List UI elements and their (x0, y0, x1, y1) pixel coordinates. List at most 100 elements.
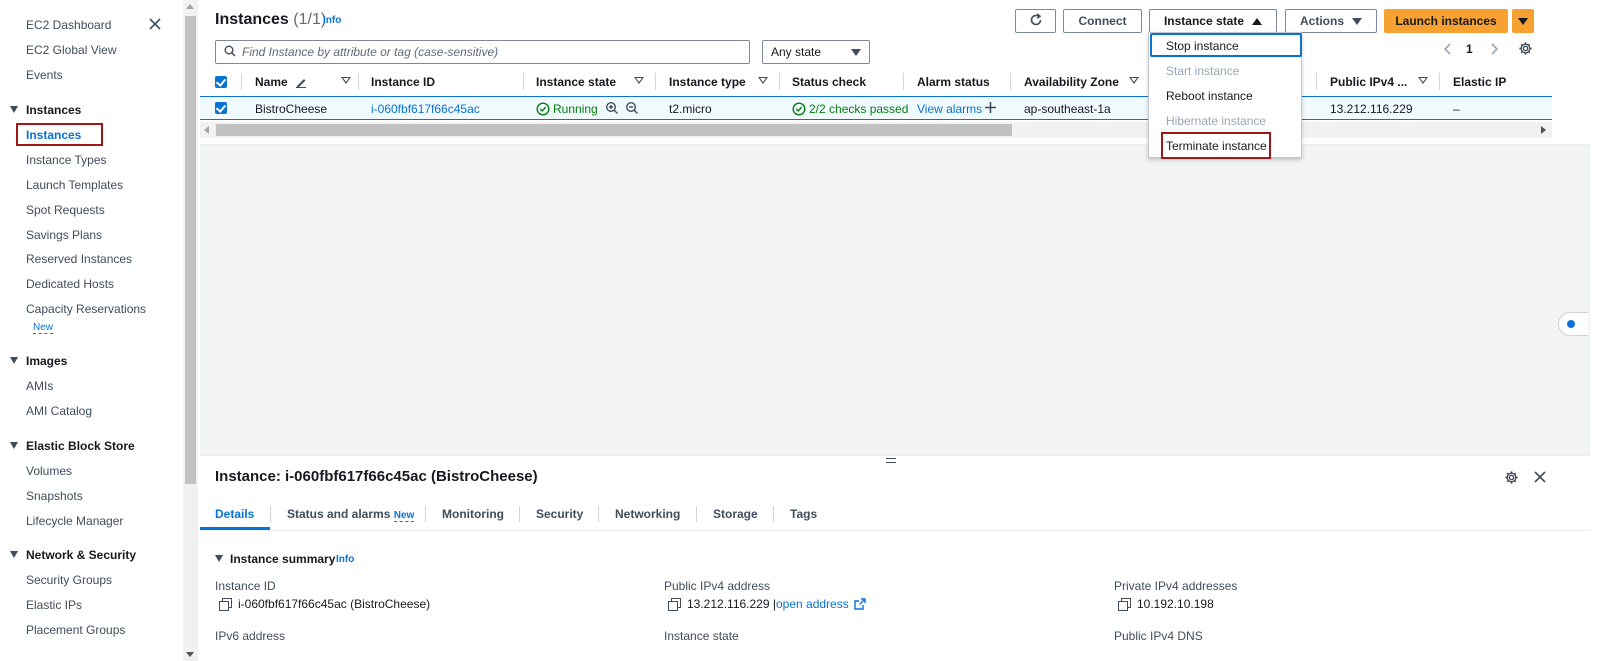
column-header-availability-zone[interactable]: Availability Zone (1024, 75, 1119, 89)
sort-icon[interactable] (1129, 77, 1139, 84)
row-checkbox[interactable] (215, 102, 227, 114)
summary-info-link[interactable]: Info (336, 554, 354, 565)
sidebar-item-instance-types[interactable]: Instance Types (26, 153, 107, 167)
sidebar-section-network-security[interactable]: Network & Security (10, 548, 136, 562)
sidebar-item-capacity-reservations[interactable]: Capacity Reservations (26, 302, 146, 316)
scrollbar-thumb[interactable] (185, 16, 196, 484)
copy-icon[interactable] (1118, 598, 1131, 611)
sidebar-section-ebs[interactable]: Elastic Block Store (10, 439, 135, 453)
external-link-icon[interactable] (854, 598, 866, 613)
next-page-icon[interactable] (1489, 42, 1499, 59)
actions-button[interactable]: Actions (1285, 9, 1377, 33)
scrollbar-thumb[interactable] (216, 124, 1012, 136)
sort-icon[interactable] (1418, 77, 1428, 84)
instance-state-label: Instance state (1163, 14, 1245, 28)
close-icon[interactable] (148, 17, 162, 31)
scroll-left-icon[interactable] (204, 126, 209, 134)
menu-item-hibernate-instance: Hibernate instance (1166, 114, 1267, 128)
column-separator (1010, 73, 1011, 90)
state-select[interactable]: Any state (762, 40, 870, 64)
tab-tags[interactable]: Tags (790, 507, 817, 521)
zoom-in-icon[interactable] (605, 101, 619, 118)
scroll-up-icon[interactable] (186, 4, 194, 9)
close-panel-icon[interactable] (1533, 470, 1547, 487)
launch-instances-button[interactable]: Launch instances (1384, 9, 1508, 33)
view-alarms-link[interactable]: View alarms (917, 102, 982, 116)
sidebar-item-launch-templates[interactable]: Launch Templates (26, 178, 123, 192)
sidebar-item-reserved-instances[interactable]: Reserved Instances (26, 252, 132, 266)
sidebar-item-ec2-dashboard[interactable]: EC2 Dashboard (26, 18, 111, 32)
tab-security[interactable]: Security (536, 507, 583, 521)
collapse-icon (215, 555, 223, 562)
page-title-text: Instances (215, 11, 289, 28)
tab-storage[interactable]: Storage (713, 507, 758, 521)
sidebar-item-lifecycle-manager[interactable]: Lifecycle Manager (26, 514, 123, 528)
tab-networking[interactable]: Networking (615, 507, 680, 521)
scroll-down-icon[interactable] (186, 652, 194, 657)
sidebar-item-dedicated-hosts[interactable]: Dedicated Hosts (26, 277, 114, 291)
resize-handle-icon[interactable] (886, 458, 896, 463)
check-circle-icon (536, 102, 550, 119)
sidebar-scrollbar[interactable] (183, 0, 198, 661)
copy-icon[interactable] (668, 598, 681, 611)
scroll-right-icon[interactable] (1541, 126, 1546, 134)
column-header-instance-type[interactable]: Instance type (669, 75, 746, 89)
sidebar-item-global-view[interactable]: EC2 Global View (26, 43, 117, 57)
menu-item-stop-instance[interactable]: Stop instance (1166, 39, 1239, 53)
panel-settings-gear-icon[interactable] (1504, 470, 1519, 488)
sidebar-item-placement-groups[interactable]: Placement Groups (26, 623, 125, 637)
column-header-public-ipv4[interactable]: Public IPv4 ... (1330, 75, 1407, 89)
search-input[interactable]: Find Instance by attribute or tag (case-… (215, 40, 750, 64)
column-header-name[interactable]: Name (255, 75, 307, 91)
tabs-divider (200, 530, 1590, 531)
refresh-icon (1029, 12, 1043, 30)
details-title: Instance: i-060fbf617f66c45ac (BistroChe… (215, 468, 538, 485)
cell-instance-id-link[interactable]: i-060fbf617f66c45ac (371, 102, 480, 116)
sidebar-item-snapshots[interactable]: Snapshots (26, 489, 83, 503)
sidebar-item-volumes[interactable]: Volumes (26, 464, 72, 478)
zoom-out-icon[interactable] (625, 101, 639, 118)
column-header-instance-id[interactable]: Instance ID (371, 75, 435, 89)
prev-page-icon[interactable] (1443, 42, 1453, 59)
column-header-instance-state[interactable]: Instance state (536, 75, 616, 89)
sidebar-item-savings-plans[interactable]: Savings Plans (26, 228, 102, 242)
column-header-alarm-status[interactable]: Alarm status (917, 75, 990, 89)
refresh-button[interactable] (1015, 9, 1056, 33)
feedback-widget[interactable] (1558, 312, 1588, 336)
open-address-link[interactable]: open address (776, 597, 849, 611)
page-number[interactable]: 1 (1466, 42, 1473, 56)
sort-icon[interactable] (634, 77, 644, 84)
sidebar-section-images[interactable]: Images (10, 354, 67, 368)
select-all-checkbox[interactable] (215, 76, 227, 88)
sidebar-item-instances[interactable]: Instances (26, 128, 81, 142)
column-header-status-check[interactable]: Status check (792, 75, 866, 89)
sidebar-item-spot-requests[interactable]: Spot Requests (26, 203, 105, 217)
add-icon[interactable] (984, 101, 997, 117)
sort-icon[interactable] (758, 77, 768, 84)
sidebar-item-elastic-ips[interactable]: Elastic IPs (26, 598, 82, 612)
sort-icon[interactable] (341, 77, 351, 84)
caret-up-icon (1252, 17, 1263, 25)
new-badge: New (33, 322, 54, 334)
copy-icon[interactable] (219, 598, 232, 611)
connect-button[interactable]: Connect (1063, 9, 1142, 33)
instance-state-button[interactable]: Instance state (1149, 9, 1277, 33)
tab-details[interactable]: Details (215, 507, 254, 521)
menu-item-reboot-instance[interactable]: Reboot instance (1166, 89, 1253, 103)
state-label: Running (553, 102, 598, 116)
tab-monitoring[interactable]: Monitoring (442, 507, 504, 521)
sidebar-item-amis[interactable]: AMIs (26, 379, 53, 393)
tab-status-and-alarms[interactable]: Status and alarms New (287, 507, 415, 522)
sidebar-item-events[interactable]: Events (26, 68, 63, 82)
sidebar-section-instances[interactable]: Instances (10, 103, 81, 117)
sidebar-item-security-groups[interactable]: Security Groups (26, 573, 112, 587)
launch-options-button[interactable] (1512, 9, 1534, 33)
column-header-elastic-ip[interactable]: Elastic IP (1453, 75, 1506, 89)
instance-id-label: Instance ID (215, 579, 276, 593)
instance-summary-header[interactable]: Instance summary (215, 552, 335, 566)
table-horizontal-scrollbar[interactable] (200, 122, 1552, 138)
info-link[interactable]: Info (323, 15, 341, 26)
tab-label: Status and alarms (287, 507, 391, 521)
gear-icon[interactable] (1518, 41, 1533, 59)
sidebar-item-ami-catalog[interactable]: AMI Catalog (26, 404, 92, 418)
